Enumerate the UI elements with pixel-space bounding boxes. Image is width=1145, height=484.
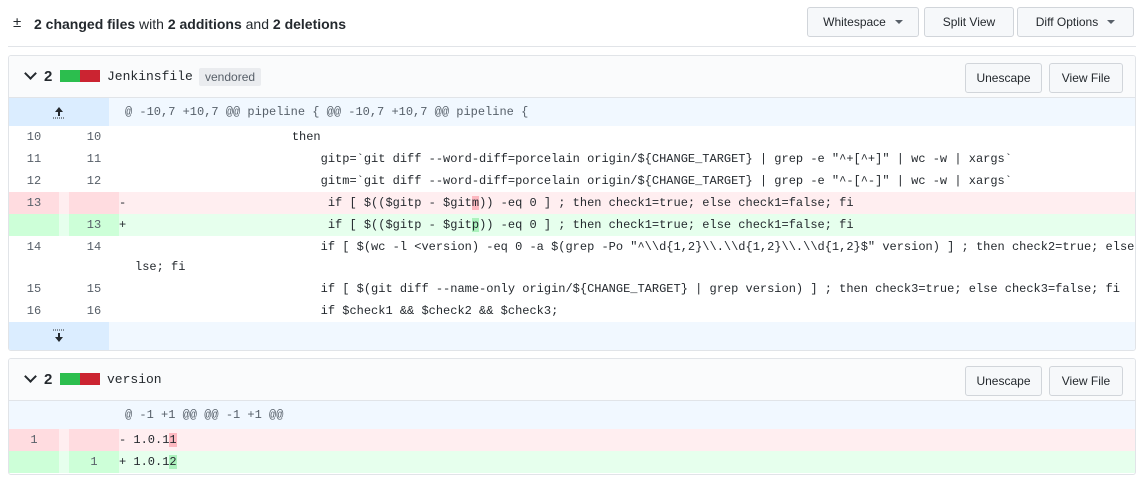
change-count: 2 (44, 68, 53, 85)
diff-line: 10 10 then (26, 130, 321, 144)
chevron-down-icon (894, 20, 903, 24)
divider (8, 46, 1136, 47)
hunk-header: @ -1 +1 @@ @@ -1 +1 @@ (9, 401, 1135, 429)
deletions-bar (80, 70, 100, 82)
diff-line: 11 11 gitp=`git diff --word-diff=porcela… (26, 152, 1012, 166)
expand-row (9, 322, 1135, 350)
view-file-button[interactable]: View File (1049, 63, 1123, 93)
diff-options-button[interactable]: Diff Options (1017, 7, 1134, 37)
expand-down-button[interactable] (9, 322, 109, 350)
diff-line: 16 16 if $check1 && $check2 && $check3; (26, 304, 559, 318)
diff-summary-bar: ± 2 changed files with 2 additions and 2… (0, 0, 1145, 48)
added-code: + if [ $(($gitp - $gitp)) -eq 0 ] ; then… (119, 218, 854, 232)
expand-up-icon (53, 107, 65, 119)
hunk-header: @ -10,7 +10,7 @@ pipeline { @@ -10,7 +10… (9, 98, 1135, 126)
unescape-button[interactable]: Unescape (965, 63, 1042, 93)
deleted-line: 13 - if [ $(($gitp - $gitm)) -eq 0 ] ; t… (9, 192, 1135, 214)
view-file-button[interactable]: View File (1049, 366, 1123, 396)
added-line: 1 + 1.0.12 (9, 451, 1135, 473)
change-count: 2 (44, 371, 53, 388)
chevron-down-icon[interactable] (23, 67, 39, 84)
vendored-badge: vendored (199, 68, 262, 86)
chevron-down-icon[interactable] (23, 370, 39, 387)
diff-line: 15 15 if [ $(git diff --name-only origin… (26, 282, 1120, 296)
additions-bar (60, 373, 80, 385)
unescape-button[interactable]: Unescape (965, 366, 1042, 396)
chevron-down-icon (1107, 20, 1116, 24)
deletions-bar (80, 373, 100, 385)
expand-down-icon (53, 329, 65, 342)
deleted-code: - if [ $(($gitp - $gitm)) -eq 0 ] ; then… (119, 196, 854, 210)
file-header: 2 Jenkinsfile vendored Unescape View Fil… (9, 56, 1135, 98)
file-diff-version: 2 version Unescape View File @ -1 +1 @@ … (8, 358, 1136, 475)
file-name[interactable]: version (107, 372, 162, 387)
deleted-line: 1 - 1.0.11 (9, 429, 1135, 451)
expand-up-button[interactable] (9, 98, 109, 126)
additions-bar (60, 70, 80, 82)
diff-line: 14 14 if [ $(wc -l <version) -eq 0 -a $(… (9, 236, 1135, 278)
deleted-code: - 1.0.11 (119, 433, 177, 447)
diff-stats: 2 changed files with 2 additions and 2 d… (34, 16, 347, 32)
added-line: 13 + if [ $(($gitp - $gitp)) -eq 0 ] ; t… (9, 214, 1135, 236)
file-header: 2 version Unescape View File (9, 359, 1135, 401)
split-view-button[interactable]: Split View (924, 7, 1014, 37)
file-name[interactable]: Jenkinsfile (107, 69, 193, 84)
diff-line: 12 12 gitm=`git diff --word-diff=porcela… (26, 174, 1012, 188)
plus-minus-icon: ± (13, 14, 22, 31)
whitespace-button[interactable]: Whitespace (807, 7, 919, 37)
added-code: + 1.0.12 (119, 455, 177, 469)
file-diff-jenkinsfile: 2 Jenkinsfile vendored Unescape View Fil… (8, 55, 1136, 351)
